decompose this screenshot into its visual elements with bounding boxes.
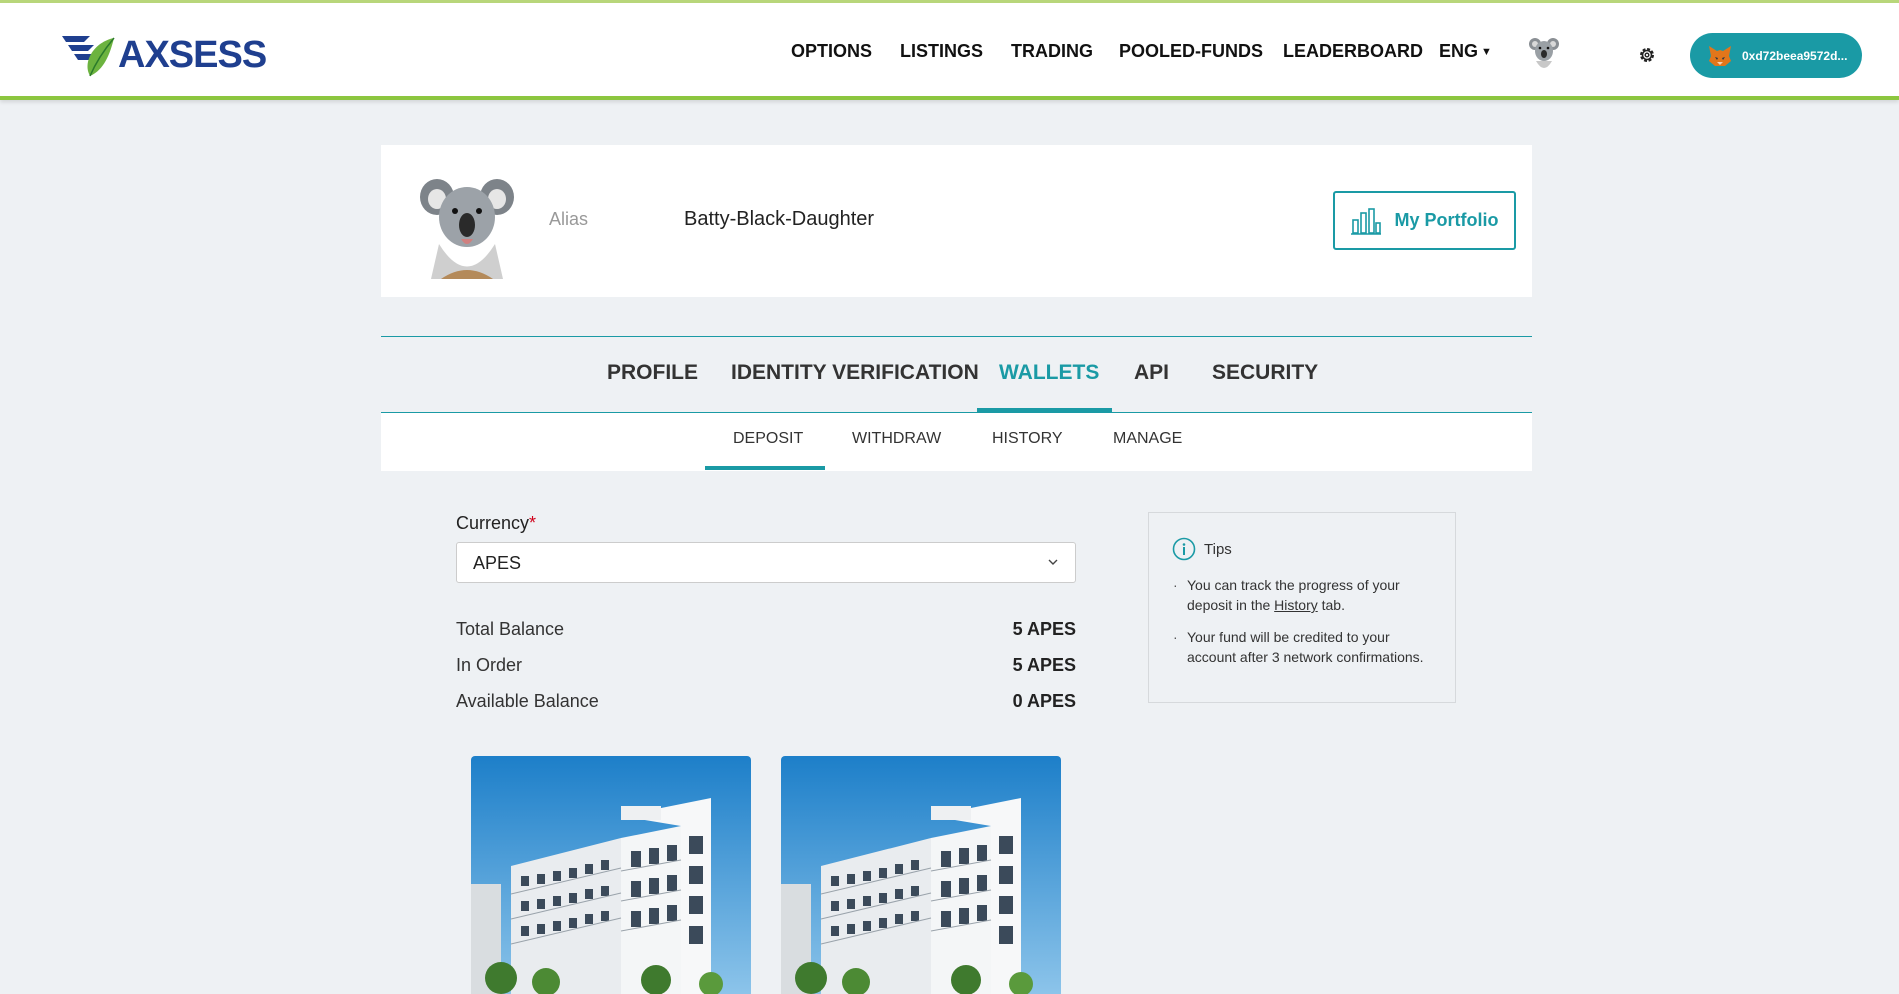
building-picture bbox=[471, 756, 751, 994]
profile-card: Alias Batty-Black-Daughter My Portfolio bbox=[381, 145, 1532, 297]
nav-options[interactable]: OPTIONS bbox=[791, 41, 872, 62]
subtab-manage[interactable]: MANAGE bbox=[1113, 430, 1182, 448]
tab-api[interactable]: API bbox=[1134, 361, 1169, 385]
caret-down-icon: ▼ bbox=[1481, 46, 1492, 58]
logo[interactable]: AXSESS bbox=[60, 28, 267, 83]
balance-value: 5 APES bbox=[1012, 619, 1076, 639]
chevron-down-icon bbox=[1048, 559, 1058, 565]
active-tab-indicator bbox=[977, 408, 1112, 412]
wallet-address: 0xd72beea9572d... bbox=[1742, 48, 1848, 63]
my-portfolio-label: My Portfolio bbox=[1394, 210, 1499, 230]
tip-item: You can track the progress of your depos… bbox=[1173, 575, 1437, 615]
nav-trading[interactable]: TRADING bbox=[1011, 41, 1093, 62]
subtab-withdraw[interactable]: WITHDRAW bbox=[852, 430, 941, 448]
settings-tabs: PROFILE IDENTITY VERIFICATION WALLETS AP… bbox=[381, 336, 1532, 413]
gear-icon[interactable] bbox=[1637, 45, 1657, 65]
subtab-deposit[interactable]: DEPOSIT bbox=[733, 430, 803, 448]
history-link[interactable]: History bbox=[1274, 597, 1318, 613]
wallet-address-button[interactable]: 0xd72beea9572d... bbox=[1690, 33, 1862, 78]
logo-text: AXSESS bbox=[118, 34, 267, 76]
alias-value: Batty-Black-Daughter bbox=[684, 208, 875, 230]
tips-panel: Tips You can track the progress of your … bbox=[1148, 512, 1456, 703]
tab-security[interactable]: SECURITY bbox=[1212, 361, 1318, 385]
language-selector[interactable]: ENG ▼ bbox=[1439, 41, 1492, 62]
balance-value: 5 APES bbox=[1012, 655, 1076, 675]
balance-label: In Order bbox=[456, 655, 523, 675]
tab-wallets[interactable]: WALLETS bbox=[999, 361, 1099, 385]
alias-label: Alias bbox=[549, 209, 589, 229]
required-marker: * bbox=[529, 513, 537, 533]
tab-identity-verification[interactable]: IDENTITY VERIFICATION bbox=[731, 361, 979, 385]
balance-value: 0 APES bbox=[1012, 691, 1076, 711]
nav-leaderboard[interactable]: LEADERBOARD bbox=[1283, 41, 1423, 62]
tips-title: Tips bbox=[1204, 540, 1232, 558]
tab-profile[interactable]: PROFILE bbox=[607, 361, 698, 385]
building-image bbox=[471, 756, 751, 994]
currency-select-value: APES bbox=[473, 553, 522, 573]
metamask-fox-icon bbox=[1709, 45, 1731, 66]
active-subtab-indicator bbox=[705, 466, 825, 470]
currency-label: Currency* bbox=[456, 513, 536, 534]
nav-pooled-funds[interactable]: POOLED-FUNDS bbox=[1119, 41, 1263, 62]
building-image bbox=[781, 756, 1061, 994]
nav-listings[interactable]: LISTINGS bbox=[900, 41, 983, 62]
koala-avatar-icon[interactable] bbox=[1528, 33, 1560, 73]
tip-item: Your fund will be credited to your accou… bbox=[1173, 627, 1437, 667]
tip-text: tab. bbox=[1317, 597, 1345, 613]
building-picture bbox=[781, 756, 1061, 994]
currency-label-text: Currency bbox=[456, 513, 530, 533]
language-label: ENG bbox=[1439, 41, 1479, 61]
logo-icon bbox=[62, 35, 115, 76]
tips-header: Tips bbox=[1172, 537, 1232, 561]
balance-label: Available Balance bbox=[456, 691, 599, 711]
info-icon bbox=[1172, 537, 1196, 561]
top-header: AXSESS OPTIONS LISTINGS TRADING POOLED-F… bbox=[0, 0, 1899, 100]
currency-select[interactable]: APES bbox=[456, 542, 1076, 583]
bar-chart-icon bbox=[1350, 207, 1381, 235]
koala-avatar-icon bbox=[420, 179, 514, 279]
tip-text: Your fund will be credited to your accou… bbox=[1187, 629, 1424, 665]
wallet-subtabs: DEPOSIT WITHDRAW HISTORY MANAGE bbox=[381, 413, 1532, 471]
my-portfolio-button[interactable]: My Portfolio bbox=[1333, 191, 1516, 250]
balance-label: Total Balance bbox=[456, 619, 565, 639]
subtab-history[interactable]: HISTORY bbox=[992, 430, 1063, 448]
